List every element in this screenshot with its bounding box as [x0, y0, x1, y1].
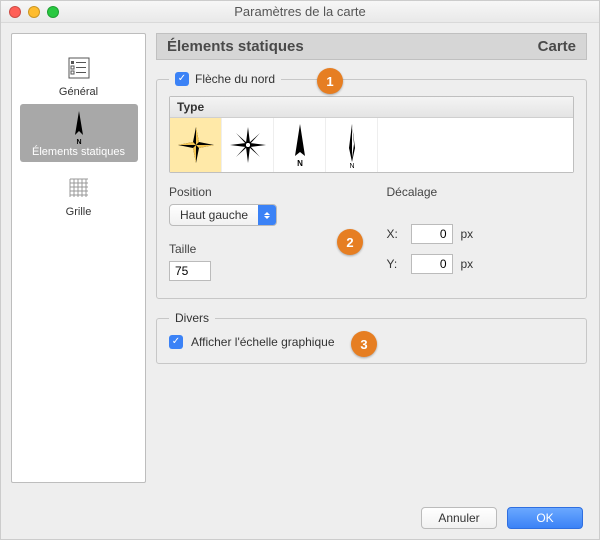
sidebar: Général N Élements statiques	[11, 33, 146, 483]
annotation-badge-3: 3	[351, 331, 377, 357]
y-row: Y: px	[387, 254, 575, 274]
x-unit: px	[461, 227, 474, 241]
y-input[interactable]	[411, 254, 453, 274]
svg-text:N: N	[76, 139, 81, 145]
general-icon	[20, 50, 138, 86]
type-selector: Type	[169, 96, 574, 173]
north-arrow-label: Flèche du nord	[195, 72, 275, 86]
controls-row: Position Haut gauche Taille Décalage	[169, 185, 574, 284]
sidebar-item-label: Grille	[20, 206, 138, 218]
main-panel: Élements statiques Carte ✓ Flèche du nor…	[146, 23, 599, 493]
north-arrow-group: ✓ Flèche du nord 1 Type	[156, 72, 587, 299]
misc-group: Divers ✓ Afficher l'échelle graphique 3	[156, 311, 587, 364]
north-arrow-checkbox[interactable]: ✓	[175, 72, 189, 86]
sidebar-item-label: Élements statiques	[20, 146, 138, 158]
left-col: Position Haut gauche Taille	[169, 185, 357, 284]
type-option-compass-rose[interactable]	[170, 118, 222, 172]
cancel-button[interactable]: Annuler	[421, 507, 497, 529]
misc-legend: Divers	[169, 311, 215, 325]
type-option-thin-arrow[interactable]: N	[326, 118, 378, 172]
position-select[interactable]: Haut gauche	[169, 204, 277, 226]
type-header: Type	[170, 97, 573, 118]
header-right: Carte	[538, 38, 576, 55]
svg-text:N: N	[349, 163, 354, 168]
north-arrow-icon: N	[20, 110, 138, 146]
position-label: Position	[169, 185, 357, 199]
header-left: Élements statiques	[167, 38, 304, 55]
minimize-icon[interactable]	[28, 6, 40, 18]
annotation-badge-2: 2	[337, 229, 363, 255]
ok-button[interactable]: OK	[507, 507, 583, 529]
grid-icon	[20, 170, 138, 206]
panel-header: Élements statiques Carte	[156, 33, 587, 60]
x-input[interactable]	[411, 224, 453, 244]
sidebar-item-general[interactable]: Général	[20, 44, 138, 102]
dialog-window: Paramètres de la carte Général	[0, 0, 600, 540]
type-option-starburst[interactable]	[222, 118, 274, 172]
svg-text:N: N	[297, 159, 303, 168]
x-row: X: px	[387, 224, 575, 244]
position-value: Haut gauche	[170, 208, 258, 222]
annotation-badge-1: 1	[317, 68, 343, 94]
select-stepper-icon	[258, 204, 276, 226]
titlebar: Paramètres de la carte	[1, 1, 599, 23]
footer: Annuler OK	[421, 507, 583, 529]
taille-input[interactable]	[169, 261, 211, 281]
type-option-arrow-n[interactable]: N	[274, 118, 326, 172]
scale-label: Afficher l'échelle graphique	[191, 335, 335, 349]
y-unit: px	[461, 257, 474, 271]
right-col: Décalage X: px Y: px	[387, 185, 575, 284]
y-label: Y:	[387, 257, 403, 271]
sidebar-item-grid[interactable]: Grille	[20, 164, 138, 222]
taille-label: Taille	[169, 242, 357, 256]
sidebar-item-static-elements[interactable]: N Élements statiques	[20, 104, 138, 162]
window-title: Paramètres de la carte	[1, 4, 599, 19]
content: Général N Élements statiques	[1, 23, 599, 493]
north-arrow-legend: ✓ Flèche du nord	[169, 72, 281, 86]
sidebar-item-label: Général	[20, 86, 138, 98]
scale-checkbox[interactable]: ✓	[169, 335, 183, 349]
decalage-label: Décalage	[387, 185, 575, 199]
zoom-icon[interactable]	[47, 6, 59, 18]
type-row: N N	[170, 118, 573, 172]
close-icon[interactable]	[9, 6, 21, 18]
x-label: X:	[387, 227, 403, 241]
window-controls	[9, 6, 59, 18]
